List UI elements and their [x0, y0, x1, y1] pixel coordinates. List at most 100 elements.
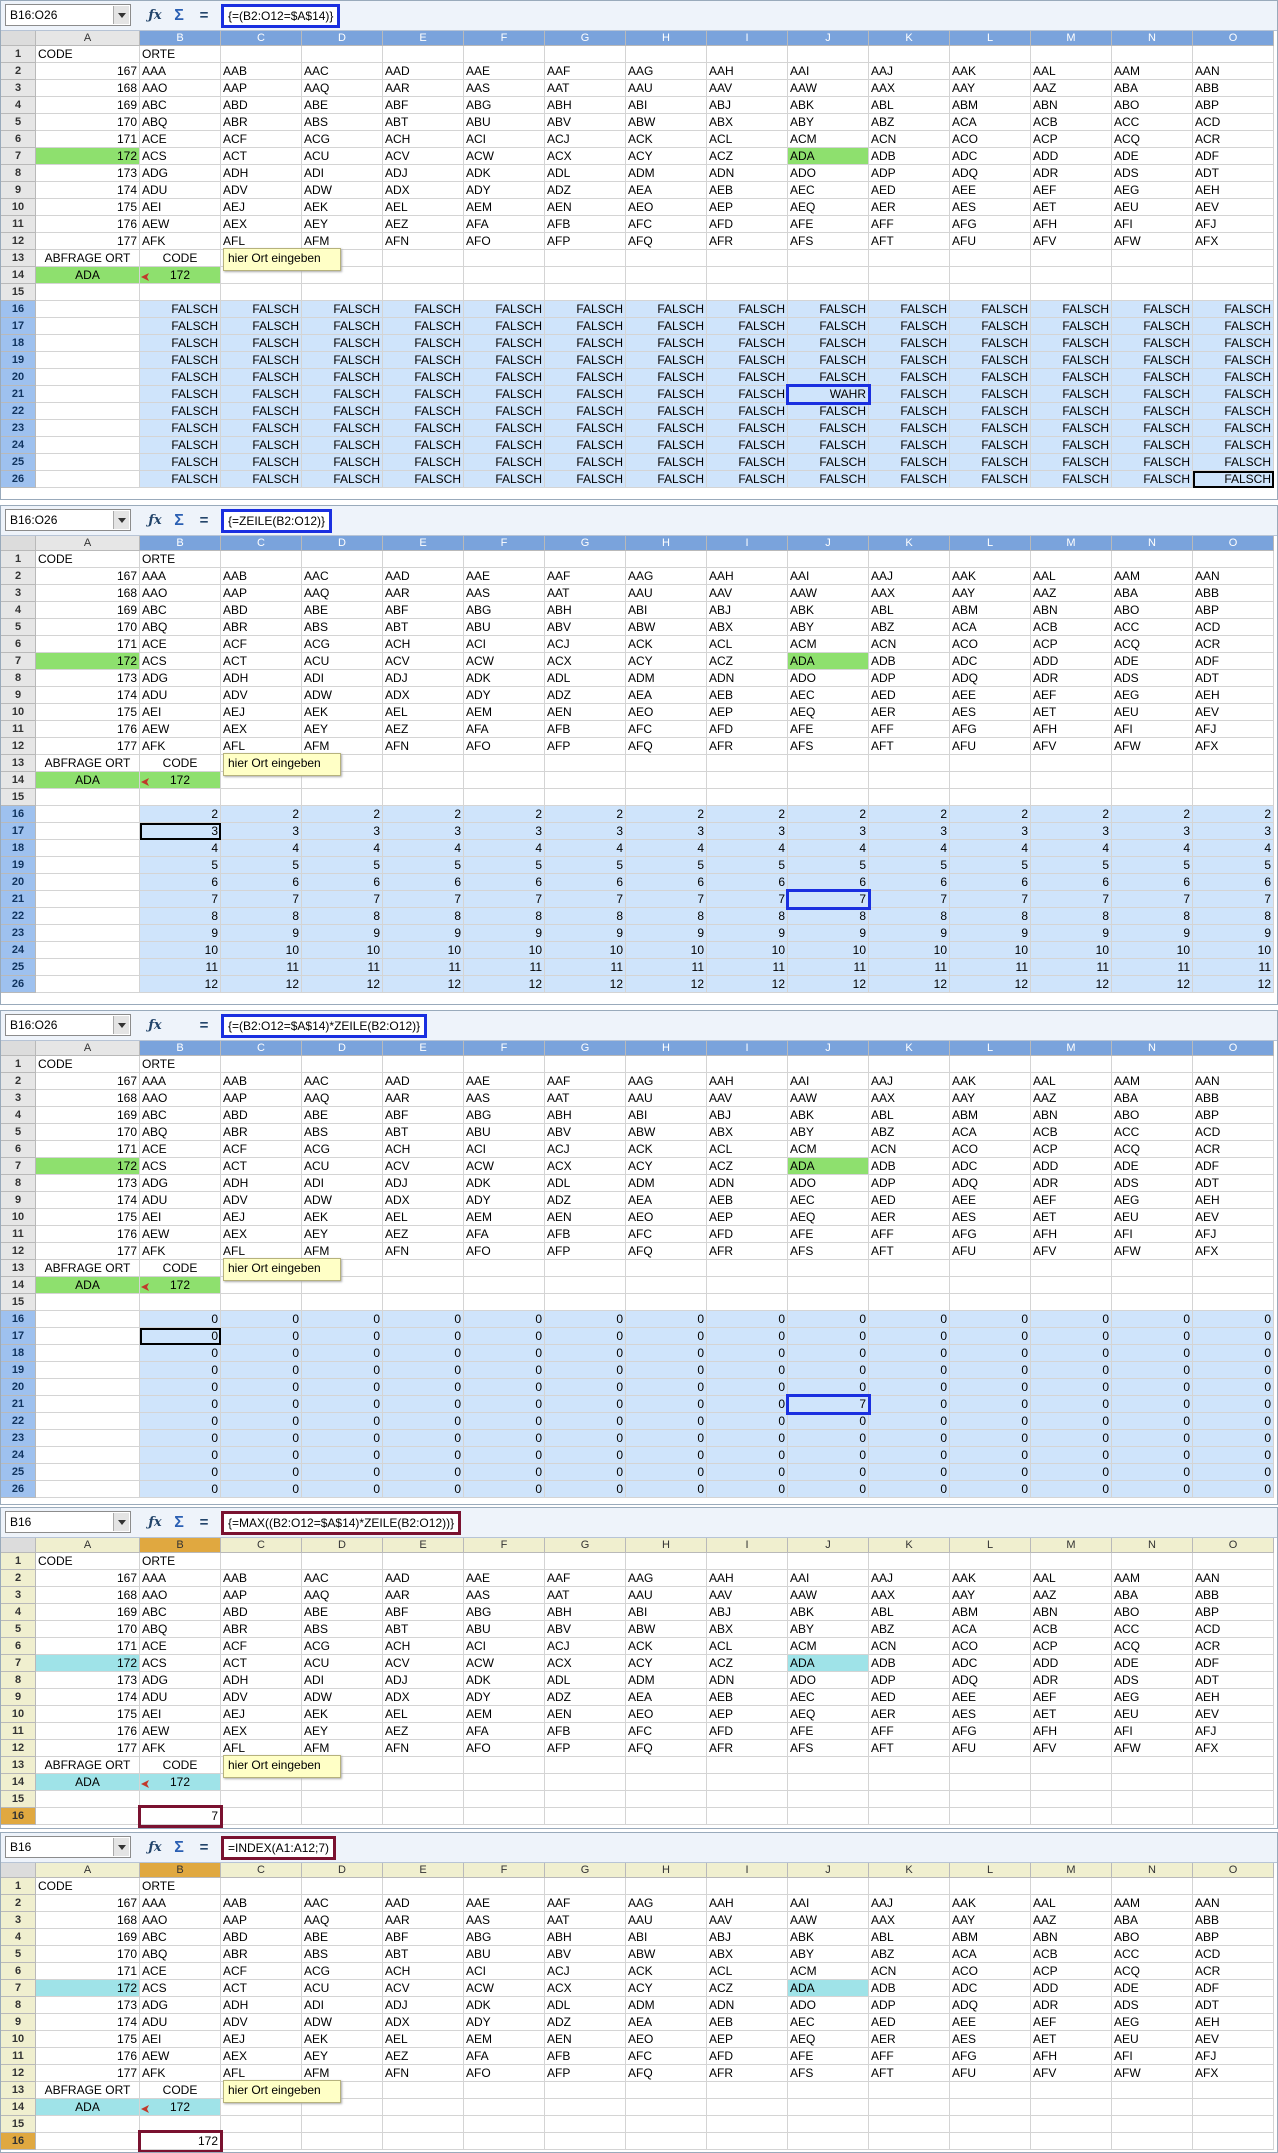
result-cell[interactable]: 11	[1193, 959, 1274, 976]
empty-cell[interactable]	[1112, 1056, 1193, 1073]
result-cell[interactable]: FALSCH	[950, 420, 1031, 437]
place-cell[interactable]: AFS	[788, 233, 869, 250]
result-cell[interactable]: 8	[950, 908, 1031, 925]
result-cell[interactable]: FALSCH	[545, 301, 626, 318]
place-cell[interactable]: ABR	[221, 619, 302, 636]
result-cell[interactable]: 0	[221, 1311, 302, 1328]
place-cell[interactable]: ACU	[302, 1655, 383, 1672]
place-cell[interactable]: AEG	[1112, 1689, 1193, 1706]
result-cell[interactable]: 2	[1193, 806, 1274, 823]
row-header-13[interactable]: 13	[1, 755, 36, 772]
result-cell[interactable]: FALSCH	[1031, 454, 1112, 471]
place-cell[interactable]: ACQ	[1112, 1963, 1193, 1980]
place-cell[interactable]: ACN	[869, 636, 950, 653]
place-cell[interactable]: AET	[1031, 2031, 1112, 2048]
empty-cell[interactable]	[869, 551, 950, 568]
place-cell[interactable]: AFI	[1112, 1226, 1193, 1243]
place-cell[interactable]: ABF	[383, 1929, 464, 1946]
result-cell[interactable]: 0	[1112, 1413, 1193, 1430]
empty-cell[interactable]	[36, 403, 140, 420]
place-cell[interactable]: ACI	[464, 636, 545, 653]
place-cell[interactable]: ABO	[1112, 602, 1193, 619]
empty-cell[interactable]	[707, 46, 788, 63]
empty-cell[interactable]	[1031, 1260, 1112, 1277]
row-header-2[interactable]: 2	[1, 63, 36, 80]
cell-a13[interactable]: ABFRAGE ORT	[36, 755, 140, 772]
place-cell[interactable]: AEO	[626, 1706, 707, 1723]
cell-a1[interactable]: CODE	[36, 1056, 140, 1073]
empty-cell[interactable]	[302, 1808, 383, 1825]
result-cell[interactable]: FALSCH	[464, 386, 545, 403]
result-cell[interactable]: FALSCH	[221, 318, 302, 335]
place-cell[interactable]: ADV	[221, 182, 302, 199]
empty-cell[interactable]	[36, 1362, 140, 1379]
place-cell[interactable]: AAJ	[869, 63, 950, 80]
place-cell[interactable]: AEG	[1112, 182, 1193, 199]
place-cell[interactable]: ACN	[869, 131, 950, 148]
result-cell[interactable]: 0	[464, 1379, 545, 1396]
result-cell[interactable]: FALSCH	[1112, 420, 1193, 437]
empty-cell[interactable]	[869, 1808, 950, 1825]
row-header-16[interactable]: 16	[1, 806, 36, 823]
empty-cell[interactable]	[950, 755, 1031, 772]
result-cell[interactable]: 2	[140, 806, 221, 823]
query-place-input[interactable]: ADA	[36, 1774, 140, 1791]
code-cell[interactable]: 174	[36, 2014, 140, 2031]
place-cell[interactable]: ACF	[221, 131, 302, 148]
result-cell[interactable]: 0	[707, 1396, 788, 1413]
place-cell[interactable]: AFX	[1193, 1243, 1274, 1260]
empty-cell[interactable]	[383, 1294, 464, 1311]
query-place-input[interactable]: ADA	[36, 1277, 140, 1294]
row-header-22[interactable]: 22	[1, 403, 36, 420]
place-cell[interactable]: ABJ	[707, 97, 788, 114]
place-cell[interactable]: AFQ	[626, 738, 707, 755]
column-header-e[interactable]: E	[383, 536, 464, 551]
query-code-cell[interactable]: 172	[140, 1774, 221, 1791]
result-cell[interactable]: 12	[383, 976, 464, 993]
empty-cell[interactable]	[464, 1294, 545, 1311]
place-cell[interactable]: AEA	[626, 1689, 707, 1706]
place-cell[interactable]: AFB	[545, 2048, 626, 2065]
result-cell[interactable]: FALSCH	[1031, 471, 1112, 488]
place-cell[interactable]: ACP	[1031, 1963, 1112, 1980]
chevron-down-icon[interactable]	[113, 6, 129, 24]
code-cell[interactable]: 173	[36, 1997, 140, 2014]
place-cell[interactable]: AET	[1031, 1706, 1112, 1723]
place-cell[interactable]: ADO	[788, 670, 869, 687]
code-cell[interactable]: 176	[36, 1723, 140, 1740]
place-cell[interactable]: AEV	[1193, 1209, 1274, 1226]
place-cell[interactable]: AEZ	[383, 1226, 464, 1243]
place-cell[interactable]: AEQ	[788, 2031, 869, 2048]
empty-cell[interactable]	[1112, 267, 1193, 284]
empty-cell[interactable]	[869, 1774, 950, 1791]
place-cell[interactable]: AFT	[869, 738, 950, 755]
place-cell[interactable]: AAH	[707, 568, 788, 585]
row-header-1[interactable]: 1	[1, 1878, 36, 1895]
place-cell[interactable]: AFE	[788, 1226, 869, 1243]
place-cell[interactable]: AAY	[950, 1912, 1031, 1929]
empty-cell[interactable]	[464, 2099, 545, 2116]
place-cell[interactable]: AFQ	[626, 233, 707, 250]
place-cell[interactable]: AEI	[140, 704, 221, 721]
result-cell[interactable]: FALSCH	[383, 454, 464, 471]
place-cell[interactable]: AAR	[383, 585, 464, 602]
place-cell[interactable]: AAT	[545, 1587, 626, 1604]
result-cell[interactable]: 4	[383, 840, 464, 857]
place-cell[interactable]: ACF	[221, 1141, 302, 1158]
row-header-8[interactable]: 8	[1, 1175, 36, 1192]
place-cell[interactable]: ABN	[1031, 97, 1112, 114]
empty-cell[interactable]	[36, 806, 140, 823]
row-header-11[interactable]: 11	[1, 216, 36, 233]
empty-cell[interactable]	[464, 1056, 545, 1073]
empty-cell[interactable]	[788, 1757, 869, 1774]
place-cell[interactable]: AFX	[1193, 2065, 1274, 2082]
place-cell[interactable]: ABE	[302, 602, 383, 619]
empty-cell[interactable]	[1112, 1808, 1193, 1825]
empty-cell[interactable]	[1112, 1277, 1193, 1294]
result-cell[interactable]: FALSCH	[1193, 471, 1274, 488]
place-cell[interactable]: AEU	[1112, 1706, 1193, 1723]
place-cell[interactable]: ACP	[1031, 1638, 1112, 1655]
row-header-3[interactable]: 3	[1, 1587, 36, 1604]
place-cell[interactable]: AEF	[1031, 687, 1112, 704]
place-cell[interactable]: ACQ	[1112, 1141, 1193, 1158]
